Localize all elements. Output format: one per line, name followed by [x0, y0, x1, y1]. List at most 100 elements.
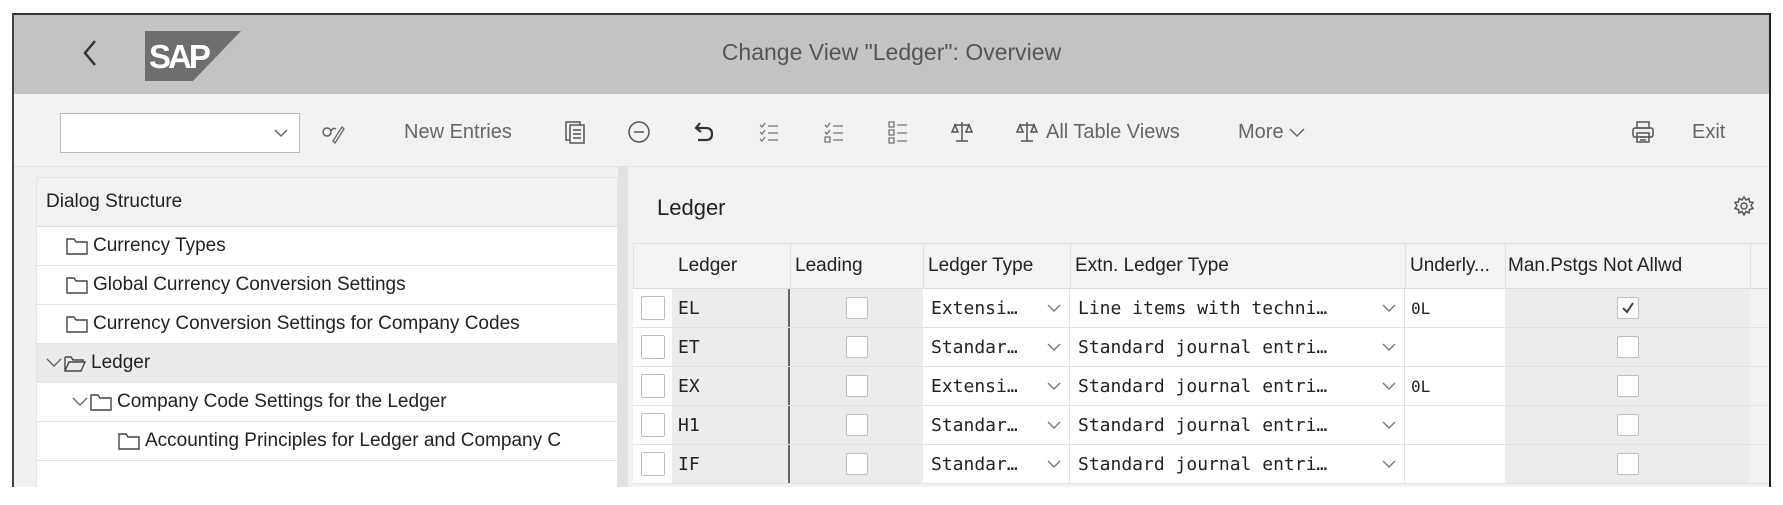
- tree-item-ledger[interactable]: Ledger: [37, 344, 617, 383]
- leading-cell: [790, 445, 923, 483]
- dialog-structure-header: Dialog Structure: [37, 178, 617, 227]
- ledger-type-dropdown[interactable]: Extensi…: [923, 367, 1070, 405]
- folder-icon: [66, 277, 88, 294]
- row-selector: [633, 367, 672, 405]
- all-table-views-button[interactable]: All Table Views: [1014, 114, 1180, 150]
- extn-ledger-type-value: Line items with techni…: [1078, 297, 1328, 319]
- leading-checkbox[interactable]: [845, 375, 868, 397]
- column-header-underlying[interactable]: Underly...: [1406, 244, 1506, 288]
- man-pstgs-cell: [1505, 289, 1750, 327]
- leading-checkbox[interactable]: [845, 414, 868, 436]
- new-entries-label: New Entries: [404, 120, 512, 143]
- chevron-down-icon[interactable]: [1045, 457, 1063, 471]
- chevron-down-icon: [1289, 128, 1305, 138]
- copy-as-button[interactable]: [562, 114, 588, 150]
- leading-cell: [790, 289, 923, 327]
- gear-icon[interactable]: [1733, 195, 1755, 217]
- print-button[interactable]: [1630, 114, 1656, 150]
- row-select-checkbox[interactable]: [640, 374, 665, 398]
- extn-ledger-type-value: Standard journal entri…: [1078, 453, 1328, 475]
- underlying-ledger-input[interactable]: [1405, 445, 1505, 483]
- ledger-type-value: Extensi…: [931, 297, 1018, 319]
- underlying-ledger-input[interactable]: [1405, 406, 1505, 444]
- chevron-down-icon[interactable]: [1380, 340, 1398, 354]
- man-pstgs-not-allowed-checkbox[interactable]: [1616, 414, 1639, 436]
- chevron-down-icon[interactable]: [1380, 379, 1398, 393]
- chevron-down-icon[interactable]: [1045, 340, 1063, 354]
- sap-window: SAP Change View "Ledger": Overview New E…: [12, 13, 1771, 487]
- chevron-down-icon[interactable]: [1380, 457, 1398, 471]
- tree-item-accounting-principles[interactable]: Accounting Principles for Ledger and Com…: [37, 422, 617, 461]
- new-entries-button[interactable]: New Entries: [398, 114, 512, 150]
- man-pstgs-not-allowed-checkbox[interactable]: [1616, 453, 1639, 475]
- compare-button[interactable]: [949, 114, 975, 150]
- display-change-button[interactable]: [320, 114, 346, 150]
- minus-circle-icon: [628, 121, 650, 143]
- extn-ledger-type-dropdown[interactable]: Standard journal entri…: [1070, 328, 1405, 366]
- leading-checkbox[interactable]: [845, 297, 868, 319]
- chevron-down-icon[interactable]: [1045, 301, 1063, 315]
- undo-button[interactable]: [691, 114, 717, 150]
- more-button[interactable]: More: [1238, 114, 1306, 150]
- row-select-checkbox[interactable]: [640, 452, 665, 476]
- extn-ledger-type-value: Standard journal entri…: [1078, 375, 1328, 397]
- man-pstgs-cell: [1505, 328, 1750, 366]
- exit-button[interactable]: Exit: [1686, 114, 1725, 150]
- column-header-ledger-type[interactable]: Ledger Type: [924, 244, 1071, 288]
- deselect-all-button[interactable]: [885, 114, 911, 150]
- man-pstgs-not-allowed-checkbox[interactable]: [1616, 336, 1639, 358]
- tree-item-company-code-settings[interactable]: Company Code Settings for the Ledger: [37, 383, 617, 422]
- ledger-type-value: Standar…: [931, 453, 1018, 475]
- ledger-table: Ledger Leading Ledger Type Extn. Ledger …: [633, 243, 1769, 484]
- row-select-checkbox[interactable]: [640, 335, 665, 359]
- chevron-down-icon[interactable]: [1045, 379, 1063, 393]
- select-all-button[interactable]: [756, 114, 782, 150]
- panel-splitter[interactable]: [618, 167, 628, 487]
- folder-open-icon: [64, 356, 87, 372]
- column-header-man-pstgs[interactable]: Man.Pstgs Not Allwd: [1506, 244, 1751, 288]
- extn-ledger-type-value: Standard journal entri…: [1078, 414, 1328, 436]
- ledger-type-dropdown[interactable]: Standar…: [923, 445, 1070, 483]
- leading-cell: [790, 367, 923, 405]
- ledger-type-dropdown[interactable]: Standar…: [923, 406, 1070, 444]
- column-header-leading[interactable]: Leading: [791, 244, 924, 288]
- extn-ledger-type-dropdown[interactable]: Standard journal entri…: [1070, 367, 1405, 405]
- title-bar: SAP Change View "Ledger": Overview: [14, 15, 1769, 94]
- row-select-checkbox[interactable]: [640, 296, 665, 320]
- table-row: EL Extensi… Line items with techni… 0L: [633, 289, 1769, 328]
- tree-item-label: Currency Types: [93, 235, 226, 256]
- man-pstgs-not-allowed-checkbox[interactable]: [1616, 375, 1639, 397]
- row-select-checkbox[interactable]: [640, 413, 665, 437]
- page-title-text: Change View "Ledger": Overview: [721, 39, 1062, 65]
- chevron-down-icon[interactable]: [71, 395, 89, 409]
- leading-cell: [790, 406, 923, 444]
- column-header-extn-ledger-type[interactable]: Extn. Ledger Type: [1071, 244, 1406, 288]
- tree-item-label: Ledger: [91, 352, 151, 373]
- underlying-ledger-input[interactable]: 0L: [1405, 289, 1505, 327]
- tree-item-currency-types[interactable]: Currency Types: [37, 227, 617, 266]
- tree-item-global-currency-conversion[interactable]: Global Currency Conversion Settings: [37, 266, 617, 305]
- chevron-down-icon[interactable]: [1045, 418, 1063, 432]
- man-pstgs-not-allowed-checkbox[interactable]: [1616, 297, 1639, 319]
- leading-checkbox[interactable]: [845, 453, 868, 475]
- column-header-ledger[interactable]: Ledger: [634, 244, 791, 288]
- leading-checkbox[interactable]: [845, 336, 868, 358]
- chevron-down-icon[interactable]: [45, 356, 63, 370]
- chevron-down-icon[interactable]: [1380, 301, 1398, 315]
- ledger-type-dropdown[interactable]: Standar…: [923, 328, 1070, 366]
- tree-item-label: Global Currency Conversion Settings: [93, 274, 406, 295]
- underlying-ledger-input[interactable]: [1405, 328, 1505, 366]
- extn-ledger-type-dropdown[interactable]: Standard journal entri…: [1070, 406, 1405, 444]
- chevron-down-icon[interactable]: [1380, 418, 1398, 432]
- extn-ledger-type-dropdown[interactable]: Standard journal entri…: [1070, 445, 1405, 483]
- select-block-button[interactable]: [821, 114, 847, 150]
- underlying-ledger-input[interactable]: 0L: [1405, 367, 1505, 405]
- ledger-type-dropdown[interactable]: Extensi…: [923, 289, 1070, 327]
- delete-button[interactable]: [626, 114, 652, 150]
- command-field-dropdown[interactable]: [60, 113, 300, 153]
- section-title: Ledger: [657, 195, 726, 220]
- tree-item-currency-conversion-company-codes[interactable]: Currency Conversion Settings for Company…: [37, 305, 617, 344]
- extn-ledger-type-dropdown[interactable]: Line items with techni…: [1070, 289, 1405, 327]
- table-body: EL Extensi… Line items with techni… 0L ET Sta…: [633, 289, 1769, 484]
- exit-label: Exit: [1692, 120, 1726, 143]
